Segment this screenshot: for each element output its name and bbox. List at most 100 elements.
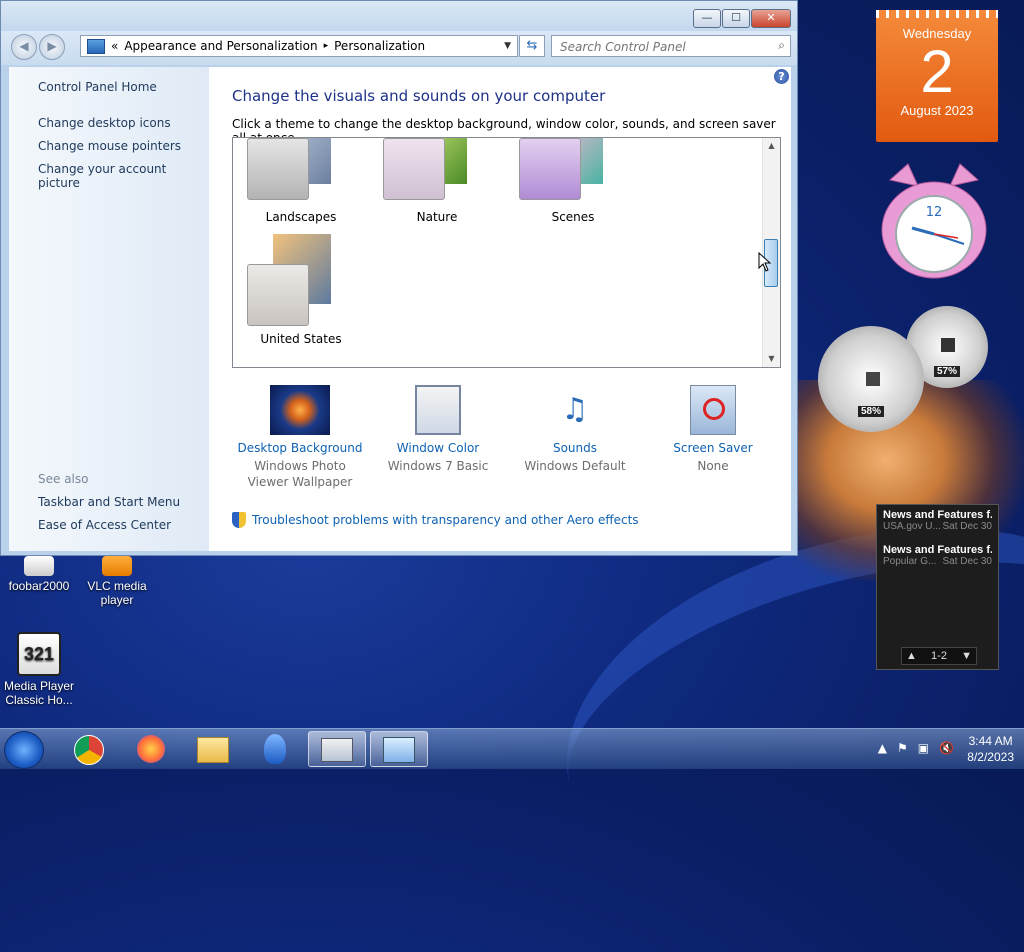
firefox-icon [137,735,165,763]
troubleshoot-link[interactable]: Troubleshoot problems with transparency … [232,512,639,528]
theme-scenes[interactable]: Scenes [505,138,641,224]
tool-label[interactable]: Screen Saver [645,441,781,455]
scroll-up-icon[interactable]: ▲ [763,138,780,154]
mpc-hc-icon: 321 [17,632,61,676]
title-bar[interactable]: — ☐ ✕ [1,1,797,31]
change-account-picture-link[interactable]: Change your account picture [38,162,209,190]
tool-label[interactable]: Sounds [507,441,643,455]
feed-title: News and Features f... [883,544,992,556]
chrome-icon [74,735,104,765]
address-bar[interactable]: « Appearance and Personalization ▸ Perso… [80,35,518,57]
desktop-icon-foobar2000[interactable]: foobar2000 [0,556,78,593]
control-panel-home-link[interactable]: Control Panel Home [38,80,157,94]
sounds-tool[interactable]: ♫ Sounds Windows Default [507,385,643,474]
taskbar-app[interactable] [246,731,304,767]
theme-thumbnail [505,138,641,208]
mouse-cursor-icon [758,252,772,272]
taskbar-explorer[interactable] [184,731,242,767]
theme-nature[interactable]: Nature [369,138,505,224]
change-mouse-pointers-link[interactable]: Change mouse pointers [38,139,181,153]
feed-pager: ▲ 1-2 ▼ [901,647,977,665]
window-color-icon [415,385,461,435]
pager-down-icon[interactable]: ▼ [961,650,972,662]
taskbar-clock[interactable]: 3:44 AM 8/2/2023 [967,733,1014,765]
pager-up-icon[interactable]: ▲ [906,650,917,662]
theme-landscapes[interactable]: Landscapes [233,138,369,224]
taskbar-control-panel[interactable] [370,731,428,767]
calendar-day: 2 [920,38,954,105]
feed-date: Sat Dec 30 [942,556,992,567]
calendar-month: August 2023 [900,103,974,118]
breadcrumb-separator-icon[interactable]: ▸ [324,41,329,51]
folder-icon [197,737,229,763]
theme-list[interactable]: Landscapes Nature Scenes United States ▲… [232,137,781,368]
start-button[interactable] [4,731,44,769]
page-title: Change the visuals and sounds on your co… [232,87,606,105]
show-hidden-icons-icon[interactable]: ▲ [878,741,887,755]
refresh-button[interactable]: ⇆ [519,35,545,57]
calendar-rings [876,10,998,18]
pager-label: 1-2 [931,650,947,662]
volume-muted-icon[interactable]: 🔇 [939,741,954,755]
breadcrumb-prefix[interactable]: « [111,39,118,53]
calendar-gadget[interactable]: Wednesday 2 August 2023 [876,10,998,142]
theme-color-swatch [247,264,309,326]
control-panel-taskbar-icon [383,737,415,763]
left-pane: Control Panel Home Change desktop icons … [9,67,209,551]
desktop-background-tool[interactable]: Desktop Background Windows Photo Viewer … [232,385,368,490]
tool-label[interactable]: Window Color [370,441,506,455]
feed-item[interactable]: News and Features f... USA.gov U... Sat D… [877,505,998,532]
action-center-icon[interactable]: ⚑ [897,741,908,755]
ease-of-access-link[interactable]: Ease of Access Center [38,518,171,532]
desktop-icon-label: Media Player Classic Ho... [3,679,75,707]
clock-gadget[interactable]: 12 [878,158,990,280]
tool-value: None [697,459,729,473]
desktop-icon-label: VLC media player [87,579,147,607]
breadcrumb-item-appearance[interactable]: Appearance and Personalization [124,39,317,53]
network-icon[interactable]: ▣ [918,741,929,755]
desktop-icon-mpc-hc[interactable]: 321 Media Player Classic Ho... [0,632,78,707]
nav-buttons: ◀ ▶ [11,34,67,60]
desktop-icon-vlc[interactable]: VLC media player [78,556,156,607]
scroll-down-icon[interactable]: ▼ [763,351,780,367]
desktop-icon-label: foobar2000 [8,579,70,593]
close-button[interactable]: ✕ [751,9,791,28]
cpu-meter-gadget[interactable]: 57% 58% [818,302,994,432]
taskbar-chrome[interactable] [60,731,118,767]
tool-label[interactable]: Desktop Background [232,441,368,455]
maximize-button[interactable]: ☐ [722,9,750,28]
search-icon[interactable]: ⌕ [778,38,785,53]
taskbar-time: 3:44 AM [968,734,1013,748]
help-icon[interactable]: ? [774,69,789,84]
window-color-tool[interactable]: Window Color Windows 7 Basic [370,385,506,474]
forward-button[interactable]: ▶ [39,34,65,60]
screen-saver-icon [690,385,736,435]
search-input[interactable] [558,37,762,57]
theme-label: United States [260,332,342,346]
see-also-heading: See also [38,472,89,486]
foobar2000-icon [24,556,54,576]
breadcrumb-item-personalization[interactable]: Personalization [334,39,425,53]
uac-shield-icon [232,512,246,528]
theme-thumbnail [233,138,369,208]
clock-numeral: 12 [926,205,943,220]
personalization-window: — ☐ ✕ ◀ ▶ « Appearance and Personalizati… [0,0,798,556]
taskbar-start-menu-link[interactable]: Taskbar and Start Menu [38,495,180,509]
taskbar-firefox[interactable] [122,731,180,767]
screen-saver-tool[interactable]: Screen Saver None [645,385,781,474]
minimize-button[interactable]: — [693,9,721,28]
address-dropdown-icon[interactable]: ▼ [504,41,511,51]
change-desktop-icons-link[interactable]: Change desktop icons [38,116,171,130]
window-controls: — ☐ ✕ [693,9,791,28]
feed-headlines-gadget[interactable]: News and Features f... USA.gov U... Sat D… [876,504,999,670]
troubleshoot-label[interactable]: Troubleshoot problems with transparency … [252,513,639,527]
theme-color-swatch [383,138,445,200]
back-button[interactable]: ◀ [11,34,37,60]
taskbar-keyboard[interactable] [308,731,366,767]
cpu-gauge: 58% [818,326,924,432]
memory-percentage: 57% [933,366,961,377]
taskbar: ▲ ⚑ ▣ 🔇 3:44 AM 8/2/2023 [0,728,1024,769]
feed-item[interactable]: News and Features f... Popular G... Sat D… [877,532,998,567]
theme-united-states[interactable]: United States [233,234,369,346]
tool-value: Windows Default [524,459,626,473]
